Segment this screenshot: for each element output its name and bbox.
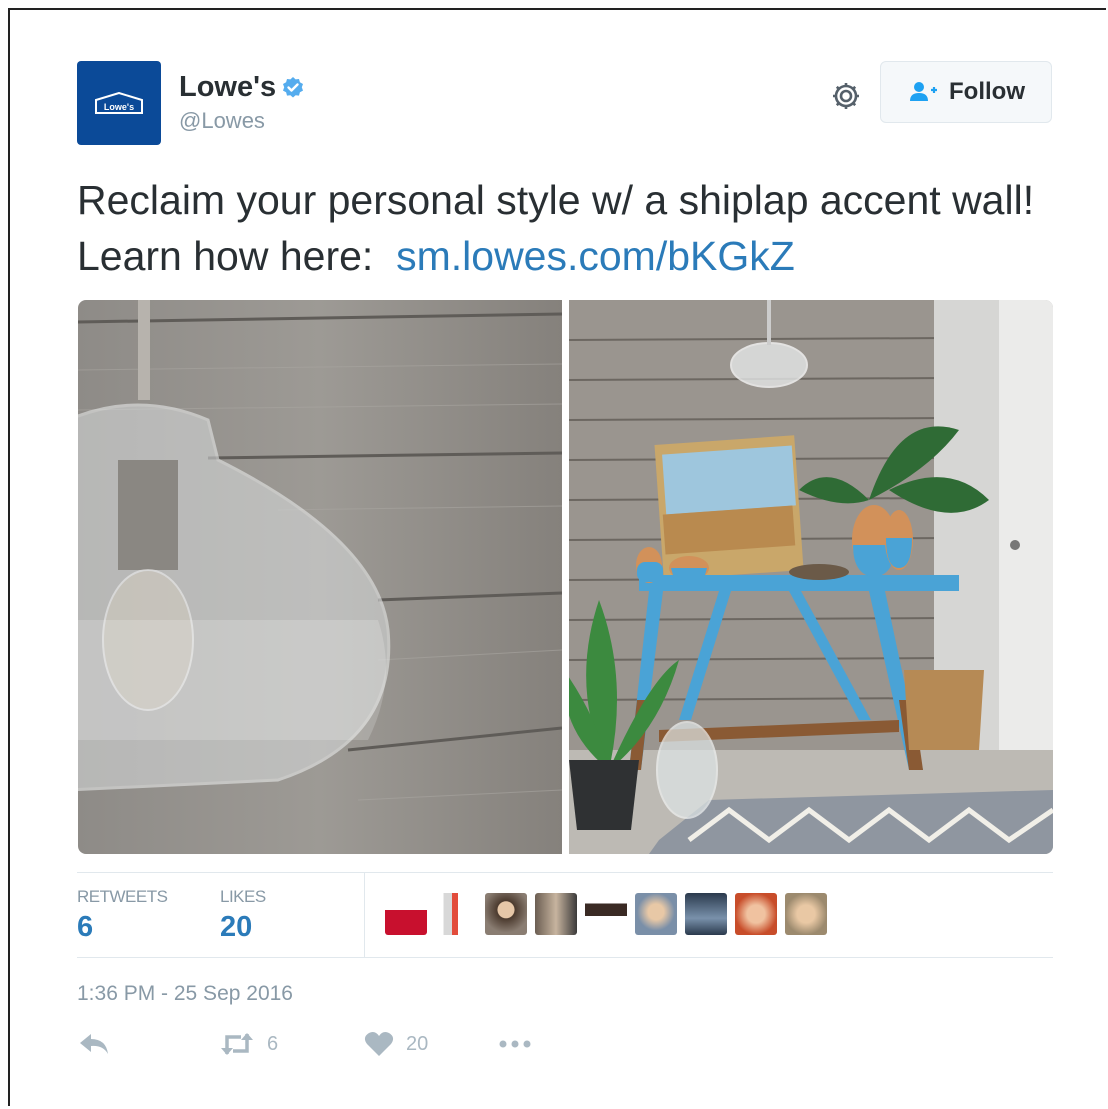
tweet-link[interactable]: sm.lowes.com/bKGkZ	[396, 233, 795, 279]
retweet-count: 6	[267, 1032, 279, 1055]
gear-icon[interactable]	[829, 79, 863, 113]
tweet-text: Reclaim your personal style w/ a shiplap…	[77, 172, 1067, 284]
handle[interactable]: @Lowes	[179, 108, 305, 134]
account-names: Lowe's @Lowes	[179, 71, 305, 134]
verified-badge-icon	[283, 76, 304, 97]
reply-icon	[80, 1034, 108, 1054]
heart-icon	[364, 1032, 394, 1056]
retweets-stat[interactable]: RETWEETS 6	[77, 887, 168, 944]
retweet-button[interactable]: 6	[219, 1030, 278, 1058]
media-photo-2[interactable]	[569, 300, 1053, 854]
stats-divider	[364, 873, 365, 957]
display-name-text: Lowe's	[179, 71, 277, 103]
follow-button[interactable]: Follow	[880, 61, 1052, 123]
likes-label: LIKES	[220, 887, 266, 906]
liker-avatar[interactable]	[385, 893, 427, 935]
media-photo-1[interactable]	[78, 300, 562, 854]
liker-avatar[interactable]	[485, 893, 527, 935]
tweet-header: Lowe's Lowe's @Lowes Follow	[77, 61, 1053, 145]
tweet-stats: RETWEETS 6 LIKES 20	[77, 872, 1053, 958]
add-user-icon	[910, 82, 937, 101]
liker-avatar[interactable]	[635, 893, 677, 935]
liker-avatar[interactable]	[435, 893, 477, 935]
liker-avatar[interactable]	[785, 893, 827, 935]
likers-avatars	[385, 893, 827, 935]
likes-count: 20	[220, 911, 253, 943]
liker-avatar[interactable]	[585, 893, 627, 935]
display-name[interactable]: Lowe's	[179, 71, 305, 104]
retweet-icon	[221, 1033, 253, 1055]
retweets-count: 6	[77, 911, 94, 943]
lowes-logo-icon: Lowe's	[95, 92, 143, 114]
more-icon	[499, 1040, 531, 1048]
liker-avatar[interactable]	[735, 893, 777, 935]
follow-button-label: Follow	[949, 78, 1025, 105]
liker-avatar[interactable]	[685, 893, 727, 935]
tweet-media	[78, 300, 1053, 854]
like-count: 20	[406, 1032, 429, 1055]
svg-text:Lowe's: Lowe's	[104, 102, 134, 112]
reply-button[interactable]	[77, 1030, 123, 1058]
avatar[interactable]: Lowe's	[77, 61, 161, 145]
liker-avatar[interactable]	[535, 893, 577, 935]
more-button[interactable]	[497, 1030, 545, 1058]
tweet-actions: 6 20	[77, 1030, 677, 1070]
likes-stat[interactable]: LIKES 20	[220, 887, 266, 944]
tweet-timestamp[interactable]: 1:36 PM - 25 Sep 2016	[77, 982, 293, 1006]
like-button[interactable]: 20	[364, 1030, 428, 1058]
retweets-label: RETWEETS	[77, 887, 168, 906]
